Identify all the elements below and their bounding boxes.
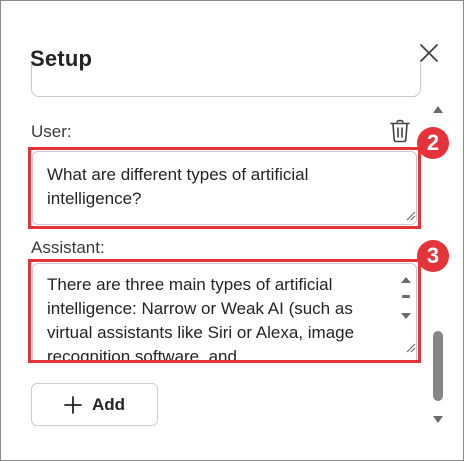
- add-button-label: Add: [91, 394, 126, 414]
- assistant-label: Assistant:: [31, 238, 105, 257]
- add-button[interactable]: Add: [31, 383, 158, 426]
- trash-icon: [390, 119, 410, 143]
- inner-scroll-arrows-icon: [401, 277, 411, 319]
- previous-message-field[interactable]: [31, 63, 421, 97]
- setup-panel: Setup User: What are different types of …: [0, 0, 464, 461]
- resize-handle-icon[interactable]: [406, 211, 416, 221]
- assistant-message-text: There are three main types of artificial…: [47, 275, 355, 360]
- user-message-text: What are different types of artificial i…: [47, 165, 309, 208]
- assistant-resize-handle-icon[interactable]: [406, 343, 416, 353]
- user-message-input[interactable]: What are different types of artificial i…: [32, 151, 417, 225]
- user-label: User:: [31, 122, 72, 141]
- close-icon: [420, 44, 438, 62]
- scrollbar-thumb[interactable]: [433, 331, 443, 401]
- plus-icon: [64, 395, 82, 414]
- assistant-message-input[interactable]: There are three main types of artificial…: [32, 263, 417, 360]
- delete-button[interactable]: [388, 118, 412, 144]
- assistant-field-scrollbar[interactable]: [398, 273, 414, 323]
